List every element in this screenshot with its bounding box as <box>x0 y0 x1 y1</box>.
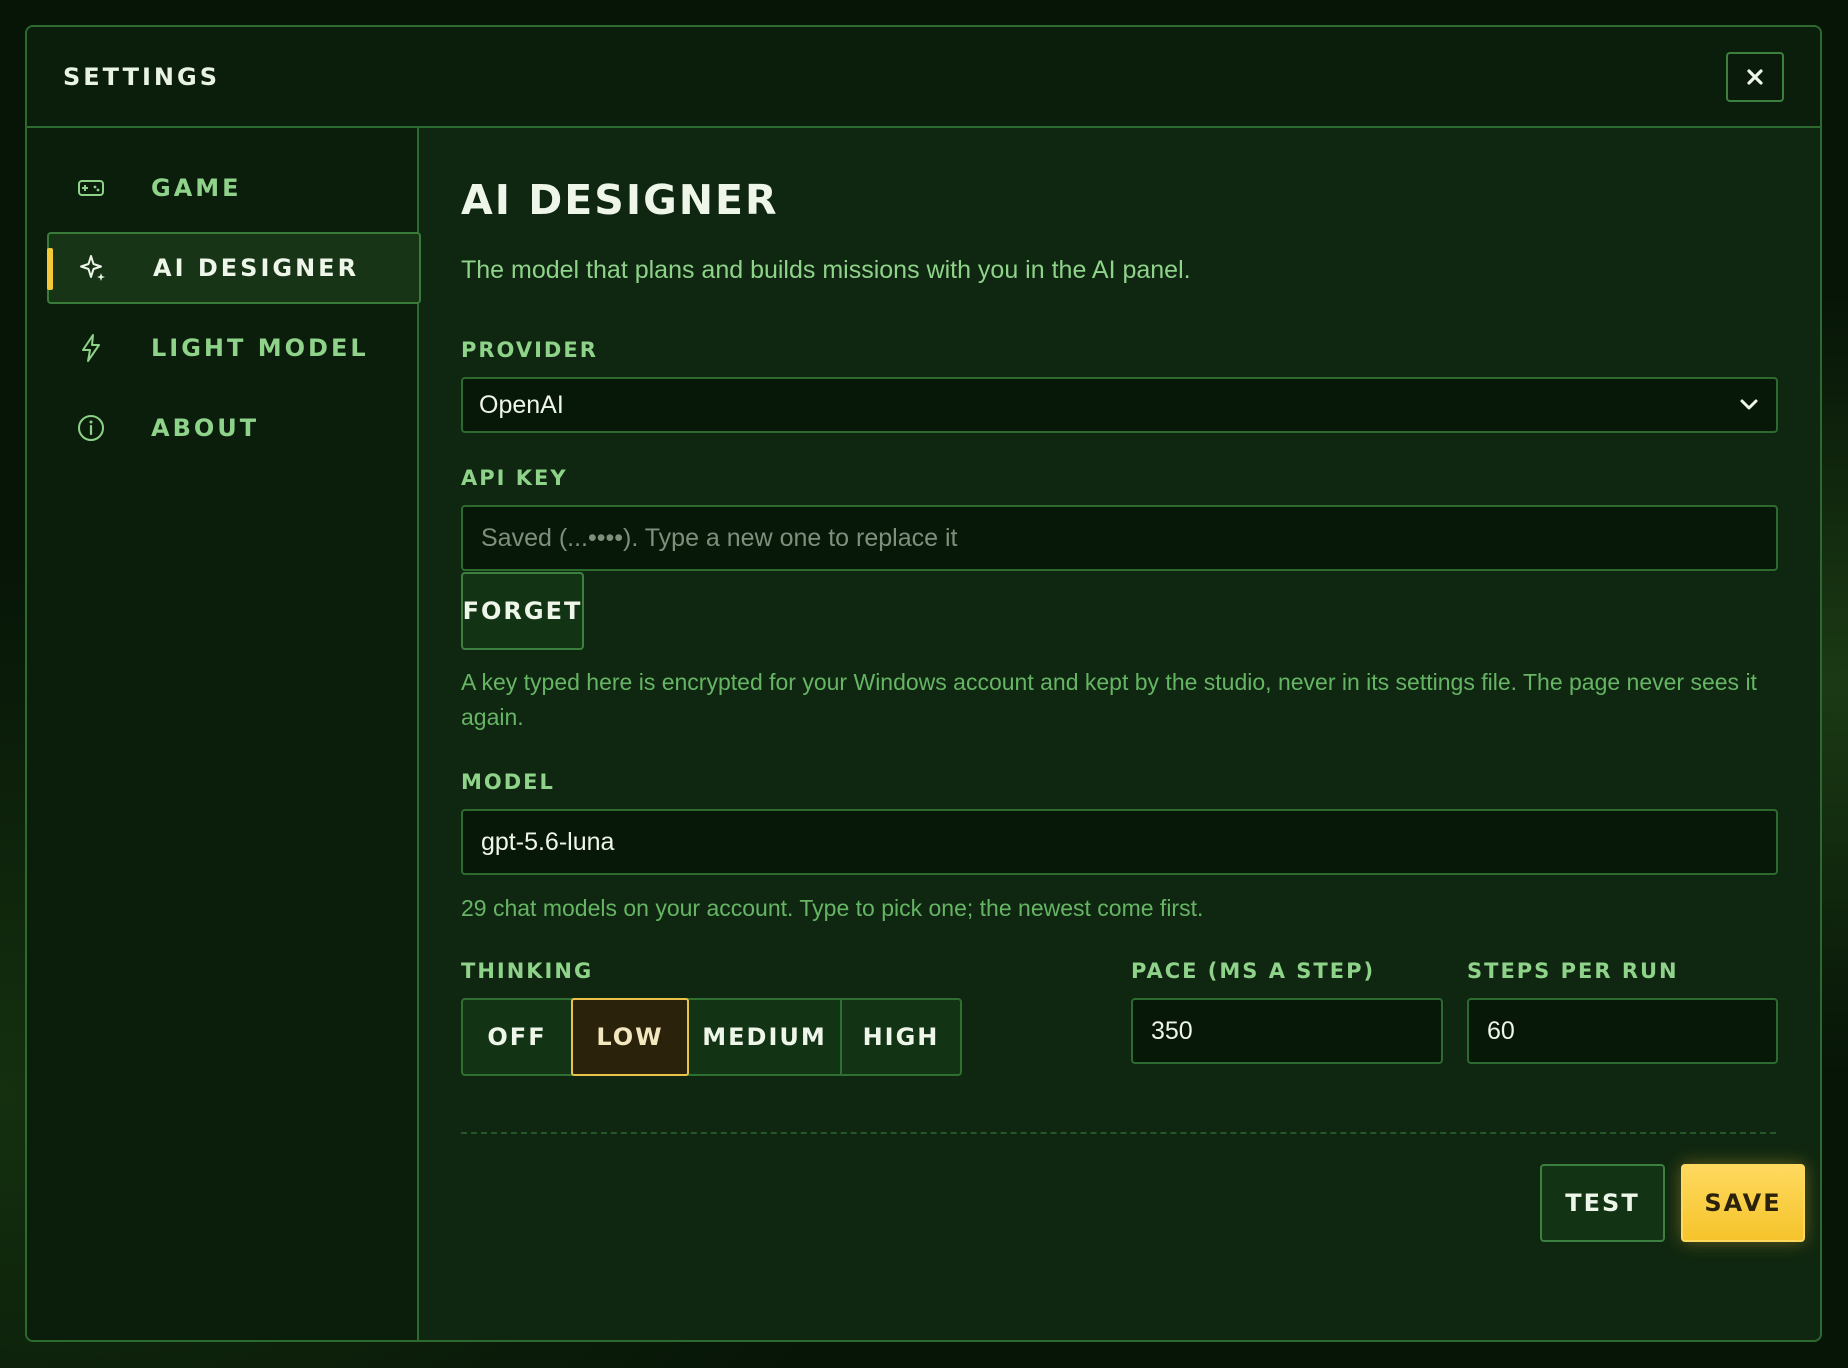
thinking-option-medium[interactable]: MEDIUM <box>687 998 842 1076</box>
steps-label: STEPS PER RUN <box>1467 959 1679 983</box>
section-title: AI DESIGNER <box>461 176 779 224</box>
pace-label: PACE (MS A STEP) <box>1131 959 1376 983</box>
model-help: 29 chat models on your account. Type to … <box>461 895 1204 921</box>
api-key-help: A key typed here is encrypted for your W… <box>461 669 1757 730</box>
provider-select[interactable]: OpenAI <box>461 377 1778 433</box>
thinking-option-off[interactable]: OFF <box>461 998 573 1076</box>
sidebar-item-label: ABOUT <box>151 414 260 442</box>
divider <box>461 1132 1776 1134</box>
model-input[interactable]: gpt-5.6-luna <box>461 809 1778 875</box>
sidebar-item-game[interactable]: GAME <box>47 152 421 224</box>
sidebar-item-ai-designer[interactable]: AI DESIGNER <box>47 232 421 304</box>
model-value: gpt-5.6-luna <box>481 827 615 856</box>
gamepad-icon <box>75 172 107 204</box>
close-button[interactable] <box>1726 52 1784 102</box>
sidebar-item-label: GAME <box>151 174 242 202</box>
dialog-header: SETTINGS <box>27 27 1820 128</box>
close-icon <box>1747 69 1763 85</box>
thinking-option-low[interactable]: LOW <box>571 998 689 1076</box>
api-key-label: API KEY <box>461 466 568 490</box>
sparkle-icon <box>77 252 109 284</box>
steps-value: 60 <box>1487 1016 1515 1045</box>
pace-value: 350 <box>1151 1016 1193 1045</box>
sidebar-item-label: LIGHT MODEL <box>151 334 369 362</box>
test-button[interactable]: TEST <box>1540 1164 1665 1242</box>
provider-label: PROVIDER <box>461 338 598 362</box>
api-key-placeholder: Saved (...••••). Type a new one to repla… <box>481 523 958 552</box>
section-description: The model that plans and builds missions… <box>461 256 1191 284</box>
dialog-title: SETTINGS <box>63 63 220 91</box>
sidebar-item-light-model[interactable]: LIGHT MODEL <box>47 312 421 384</box>
settings-content: AI DESIGNER The model that plans and bui… <box>419 128 1820 1340</box>
lightning-icon <box>75 332 107 364</box>
steps-input[interactable]: 60 <box>1467 998 1778 1064</box>
api-key-input[interactable]: Saved (...••••). Type a new one to repla… <box>461 505 1778 571</box>
chevron-down-icon <box>1740 399 1758 410</box>
pace-input[interactable]: 350 <box>1131 998 1443 1064</box>
thinking-option-high[interactable]: HIGH <box>840 998 962 1076</box>
sidebar: GAME AI DESIGNER LIGHT MODEL ABOUT <box>27 128 421 1340</box>
sidebar-item-about[interactable]: ABOUT <box>47 392 421 464</box>
forget-button[interactable]: FORGET <box>461 572 584 650</box>
thinking-label: THINKING <box>461 959 594 983</box>
sidebar-item-label: AI DESIGNER <box>153 254 360 282</box>
provider-value: OpenAI <box>479 390 564 419</box>
model-label: MODEL <box>461 770 555 794</box>
settings-dialog: SETTINGS GAME AI DESIGNER LIGHT MODEL AB… <box>25 25 1822 1342</box>
save-button[interactable]: SAVE <box>1681 1164 1805 1242</box>
info-icon <box>75 412 107 444</box>
